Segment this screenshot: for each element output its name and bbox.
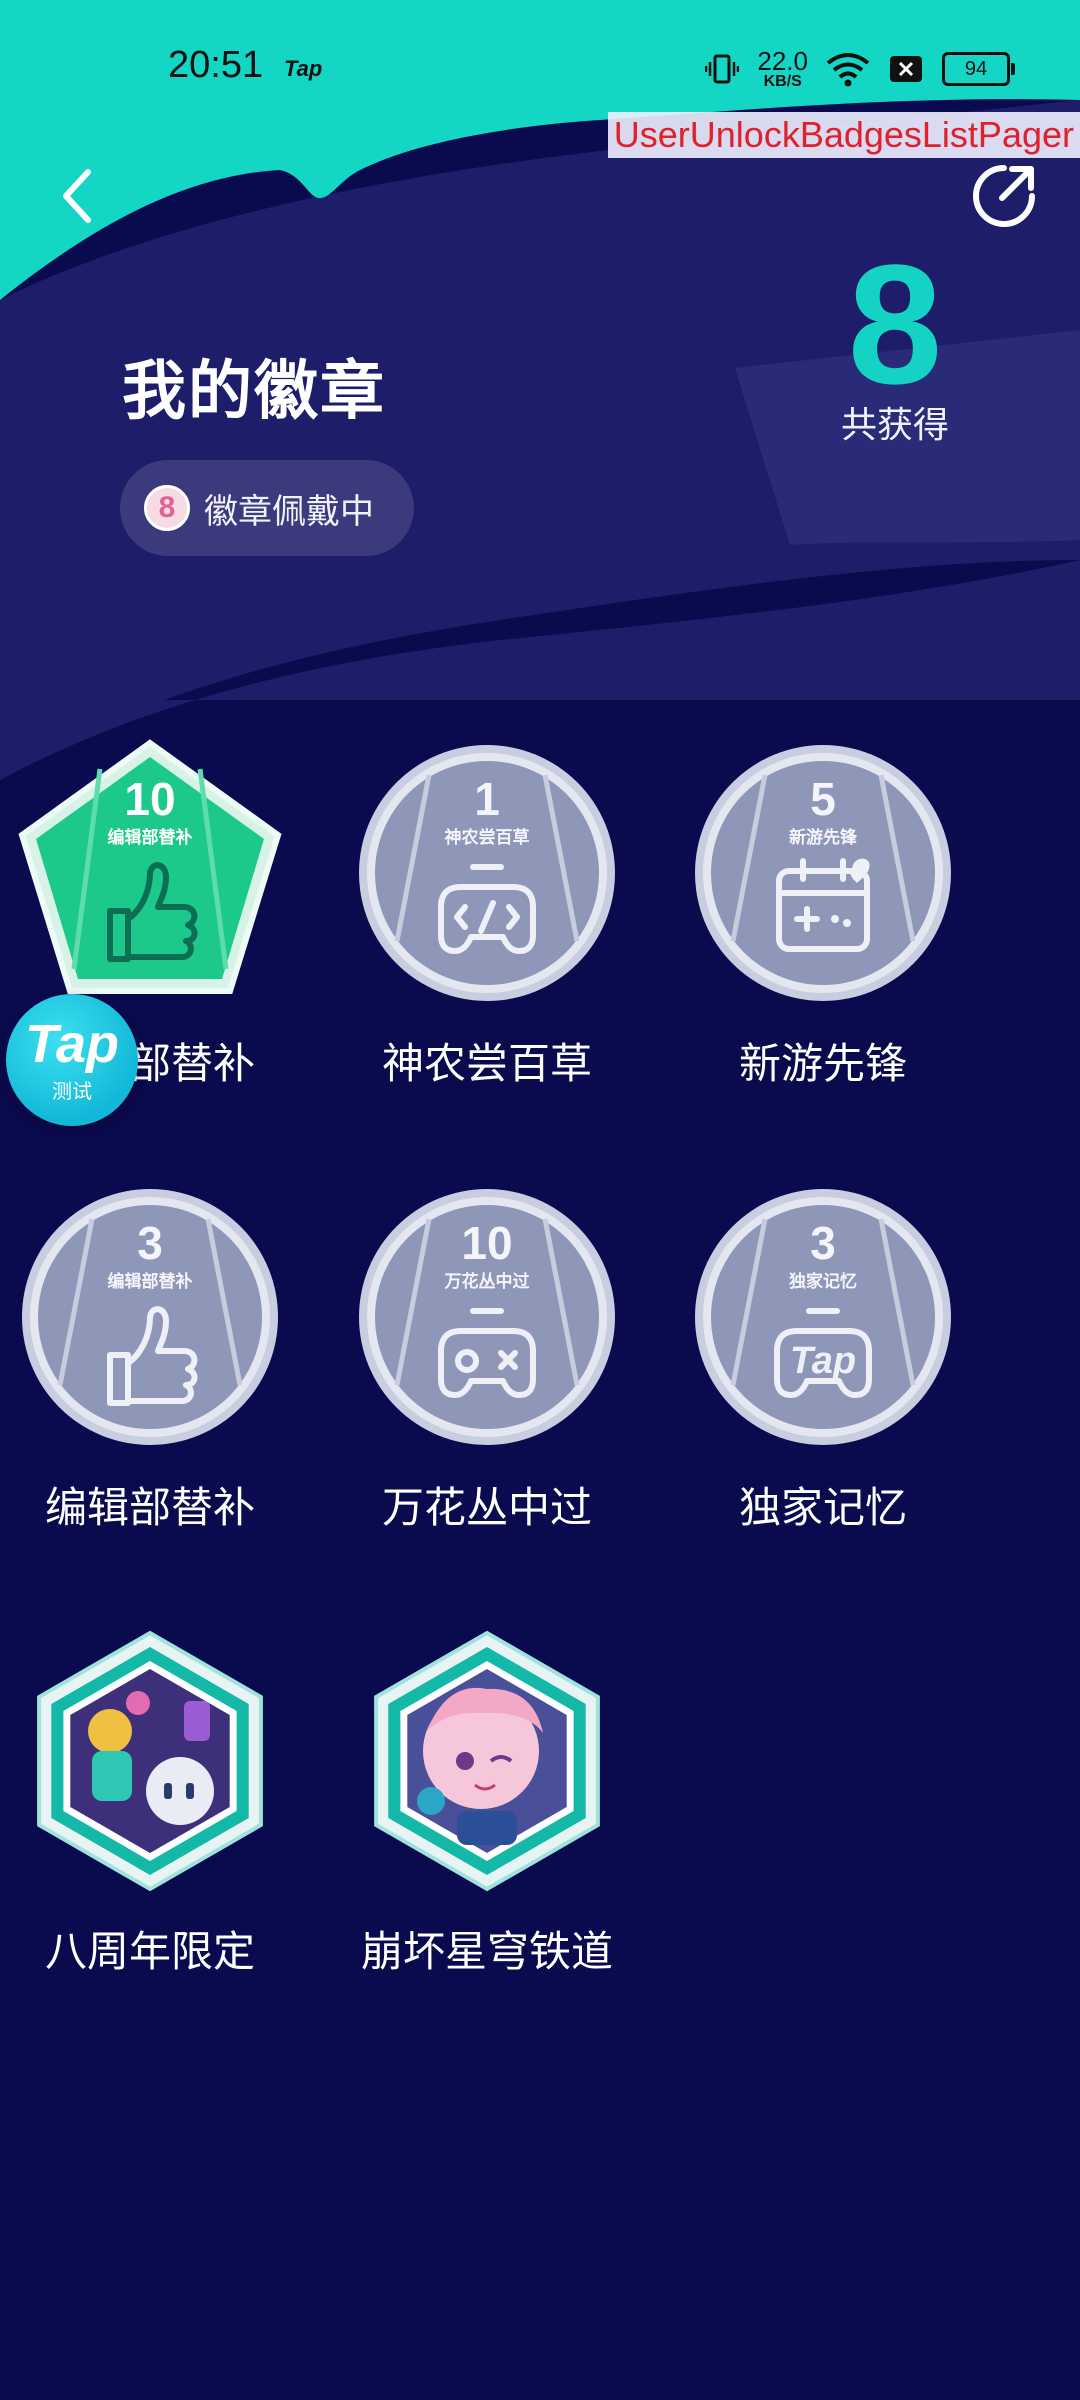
- calendar-gamepad-badge-icon: 5 新游先锋: [695, 745, 951, 1001]
- svg-text:10: 10: [461, 1217, 512, 1269]
- share-icon: [973, 165, 1035, 227]
- character-illustration-badge-icon: [374, 1630, 600, 1892]
- svg-text:5: 5: [810, 773, 836, 825]
- svg-text:1: 1: [474, 773, 500, 825]
- status-icons: 22.0 KB/S 94: [705, 48, 1015, 90]
- svg-text:新游先锋: 新游先锋: [789, 827, 858, 848]
- tap-test-floating-button[interactable]: Tap 测试: [6, 994, 138, 1126]
- badge-name: 新游先锋: [738, 1039, 907, 1088]
- svg-text:3: 3: [810, 1217, 836, 1269]
- wifi-icon: [826, 53, 870, 87]
- wearing-badges-button[interactable]: 8 徽章佩戴中: [120, 460, 414, 556]
- badge-item[interactable]: 3 独家记忆 Tap 独家记忆: [673, 1182, 973, 1582]
- svg-text:独家记忆: 独家记忆: [789, 1271, 857, 1292]
- badge-name: 万花丛中过: [381, 1483, 592, 1532]
- wearing-label: 徽章佩戴中: [204, 491, 374, 532]
- gamepad-badge-icon: 10 万花丛中过: [359, 1189, 615, 1445]
- badge-name: 编辑部替补: [44, 1483, 255, 1532]
- code-gamepad-badge-icon: 1 神农尝百草: [359, 745, 615, 1001]
- status-time: 20:51: [168, 44, 264, 86]
- sim-off-icon: [890, 56, 922, 82]
- badge-item[interactable]: 1 神农尝百草 神农尝百草: [337, 738, 637, 1138]
- wearing-count-badge: 8: [144, 485, 190, 531]
- svg-text:10: 10: [124, 773, 175, 825]
- share-button[interactable]: [968, 160, 1040, 232]
- svg-text:编辑部替补: 编辑部替补: [108, 1271, 193, 1292]
- badge-name: 独家记忆: [738, 1483, 907, 1532]
- badge-item[interactable]: 5 新游先锋 新游先锋: [673, 738, 973, 1138]
- svg-text:3: 3: [137, 1217, 163, 1269]
- badge-item[interactable]: 八周年限定: [0, 1626, 300, 2026]
- tap-gamepad-badge-icon: 3 独家记忆 Tap: [695, 1189, 951, 1445]
- net-speed-unit: KB/S: [763, 73, 802, 90]
- badge-item[interactable]: 10 万花丛中过 万花丛中过: [337, 1182, 637, 1582]
- tap-floating-title: Tap: [25, 1013, 119, 1074]
- anniversary-illustration-badge-icon: [37, 1630, 263, 1892]
- badge-item[interactable]: 崩坏星穹铁道: [337, 1626, 637, 2026]
- total-badges-label: 共获得: [840, 405, 949, 446]
- badge-name: 崩坏星穹铁道: [360, 1927, 613, 1976]
- svg-text:万花丛中过: 万花丛中过: [444, 1271, 530, 1292]
- back-button[interactable]: [50, 160, 110, 230]
- net-speed-value: 22.0: [757, 46, 808, 76]
- badge-name: 神农尝百草: [381, 1039, 592, 1088]
- battery-indicator: 94: [942, 52, 1015, 86]
- tap-floating-subtitle: 测试: [52, 1078, 92, 1103]
- page-title: 我的徽章: [122, 355, 386, 429]
- net-speed: 22.0 KB/S: [757, 48, 808, 90]
- total-badges-count: 8: [847, 230, 943, 420]
- svg-text:编辑部替补: 编辑部替补: [108, 827, 193, 848]
- thumbs-up-badge-icon: 10 编辑部替补: [18, 739, 282, 994]
- thumbs-up-badge-icon: 3 编辑部替补: [22, 1189, 278, 1445]
- svg-text:Tap: Tap: [790, 1340, 856, 1382]
- badge-item[interactable]: 3 编辑部替补 编辑部替补: [0, 1182, 300, 1582]
- status-app-indicator: Tap: [284, 56, 323, 81]
- badge-name: 八周年限定: [44, 1927, 255, 1976]
- svg-text:神农尝百草: 神农尝百草: [445, 827, 530, 848]
- chevron-left-icon: [63, 169, 91, 223]
- vibrate-icon: [705, 54, 740, 84]
- debug-pager-label: UserUnlockBadgesListPager: [607, 112, 1080, 158]
